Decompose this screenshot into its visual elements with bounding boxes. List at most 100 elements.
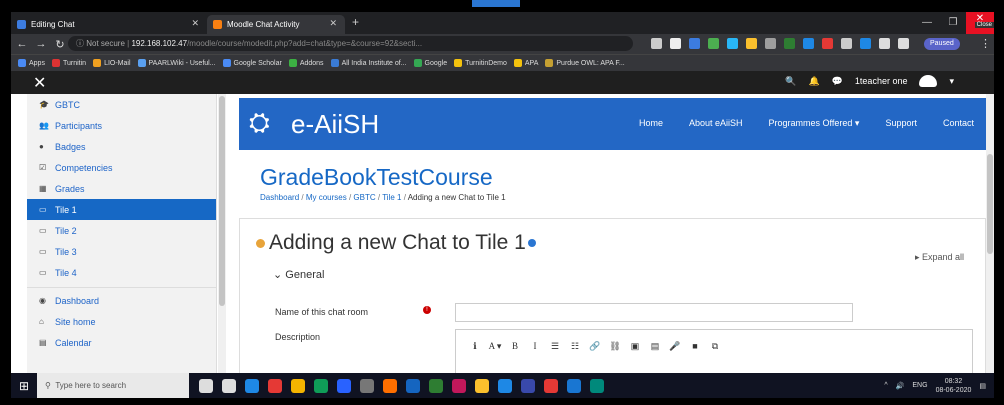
expand-all-link[interactable]: ▸ Expand all: [915, 252, 964, 263]
sidebar-item-tile-4[interactable]: ▭ Tile 4: [27, 262, 216, 283]
tray-chevron-icon[interactable]: ^: [884, 382, 887, 389]
notification-center-icon[interactable]: ▤: [979, 382, 986, 390]
taskbar-app-icon[interactable]: [452, 378, 466, 393]
media-icon[interactable]: ▤: [645, 341, 665, 352]
taskbar-search-input[interactable]: ⚲ Type here to search: [37, 373, 189, 398]
taskbar-app-icon[interactable]: [383, 378, 397, 393]
extension-icon[interactable]: [860, 38, 871, 49]
nav-support[interactable]: Support: [885, 118, 917, 129]
taskbar-app-icon[interactable]: [314, 378, 328, 393]
url-input[interactable]: ⓘ Not secure | 192.168.102.47 /moodle/co…: [68, 36, 633, 51]
unordered-list-icon[interactable]: ☰: [545, 341, 565, 352]
unlink-icon[interactable]: ⛓: [605, 341, 625, 352]
taskbar-app-icon[interactable]: [199, 378, 213, 393]
tab-editing-chat[interactable]: Editing Chat ✕: [11, 15, 207, 34]
extension-icon[interactable]: [879, 38, 890, 49]
general-section-toggle[interactable]: ⌄ General: [273, 268, 324, 281]
bookmark-item[interactable]: Apps: [18, 59, 45, 67]
windows-start-icon[interactable]: ⊞: [11, 379, 37, 393]
taskbar-app-icon[interactable]: [291, 378, 305, 393]
extension-icon[interactable]: [708, 38, 719, 49]
breadcrumb-dashboard[interactable]: Dashboard: [260, 193, 299, 202]
scrollbar-thumb[interactable]: [987, 154, 993, 254]
extension-icon[interactable]: [784, 38, 795, 49]
new-tab-button[interactable]: +: [352, 15, 359, 29]
taskbar-app-icon[interactable]: [337, 378, 351, 393]
taskbar-app-icon[interactable]: [429, 378, 443, 393]
tab-moodle-chat-activity[interactable]: Moodle Chat Activity ✕: [207, 15, 345, 34]
bookmark-item[interactable]: TurnitinDemo: [454, 59, 507, 67]
clock[interactable]: 08:32 08-06-2020: [936, 377, 972, 395]
breadcrumb-course[interactable]: GBTC: [353, 193, 375, 202]
sidebar-item-competencies[interactable]: ☑ Competencies: [27, 157, 216, 178]
nav-programmes[interactable]: Programmes Offered ▾: [769, 118, 860, 129]
taskbar-app-icon[interactable]: [475, 378, 489, 393]
sidebar-item-participants[interactable]: 👥 Participants: [27, 115, 216, 136]
bookmark-item[interactable]: Google: [413, 59, 447, 67]
taskbar-app-icon[interactable]: [521, 378, 535, 393]
close-tab-icon[interactable]: ✕: [329, 18, 337, 29]
ordered-list-icon[interactable]: ☷: [565, 341, 585, 352]
messages-icon[interactable]: 💬: [832, 76, 843, 87]
avatar[interactable]: [919, 75, 938, 87]
nav-home[interactable]: Home: [639, 118, 663, 129]
sidebar-item-calendar[interactable]: ▤ Calendar: [27, 332, 216, 353]
taskbar-app-icon[interactable]: [498, 378, 512, 393]
bookmark-item[interactable]: APA: [513, 59, 538, 67]
star-icon[interactable]: [651, 38, 662, 49]
bookmark-item[interactable]: Google Scholar: [222, 59, 282, 67]
forward-icon[interactable]: →: [33, 38, 49, 50]
sidebar-item-grades[interactable]: ▦ Grades: [27, 178, 216, 199]
nav-contact[interactable]: Contact: [943, 118, 974, 129]
help-icon[interactable]: [527, 239, 536, 248]
sidebar-item-tile-1[interactable]: ▭ Tile 1: [27, 199, 216, 220]
sidebar-item-tile-3[interactable]: ▭ Tile 3: [27, 241, 216, 262]
extension-icon[interactable]: [822, 38, 833, 49]
maximize-icon[interactable]: ❐: [940, 12, 966, 34]
image-icon[interactable]: ▣: [625, 341, 645, 352]
manage-files-icon[interactable]: ⧉: [705, 341, 725, 352]
taskbar-app-icon[interactable]: [544, 378, 558, 393]
paragraph-icon[interactable]: ℹ: [465, 341, 485, 352]
extension-icon[interactable]: [746, 38, 757, 49]
site-name[interactable]: e-AiiSH: [291, 109, 379, 140]
taskbar-app-icon[interactable]: [590, 378, 604, 393]
bookmark-item[interactable]: Turnitin: [51, 59, 86, 67]
user-menu-chevron-icon[interactable]: ▾: [949, 76, 954, 87]
sidebar-item-gbtc[interactable]: 🎓 GBTC: [27, 94, 216, 115]
extension-icon[interactable]: [803, 38, 814, 49]
scrollbar-thumb[interactable]: [219, 96, 225, 306]
chat-name-input[interactable]: [455, 303, 853, 322]
taskbar-app-icon[interactable]: [268, 378, 282, 393]
record-video-icon[interactable]: ■: [685, 341, 705, 351]
extension-icon[interactable]: [727, 38, 738, 49]
sidebar-scrollbar[interactable]: [218, 94, 226, 373]
description-editor[interactable]: ℹA ▾ B I ☰ ☷ 🔗 ⛓ ▣ ▤ 🎤 ■ ⧉: [455, 329, 973, 375]
profile-paused-badge[interactable]: Paused: [924, 38, 960, 50]
notifications-bell-icon[interactable]: 🔔: [808, 76, 819, 87]
bold-icon[interactable]: B: [505, 341, 525, 351]
back-icon[interactable]: ←: [14, 38, 30, 50]
italic-icon[interactable]: I: [525, 341, 545, 351]
sidebar-item-site-home[interactable]: ⌂ Site home: [27, 311, 216, 332]
reload-icon[interactable]: ↻: [52, 38, 68, 51]
page-scrollbar[interactable]: [986, 94, 994, 373]
bookmark-item[interactable]: PAARLWiki - Useful...: [137, 59, 216, 67]
bookmark-item[interactable]: Purdue OWL: APA F...: [545, 59, 625, 67]
taskbar-app-icon[interactable]: [245, 378, 259, 393]
extension-icon[interactable]: [765, 38, 776, 49]
sidebar-item-tile-2[interactable]: ▭ Tile 2: [27, 220, 216, 241]
volume-icon[interactable]: 🔊: [896, 382, 905, 390]
search-icon[interactable]: 🔍: [785, 76, 796, 87]
bookmark-item[interactable]: Addons: [288, 59, 324, 67]
breadcrumb-section[interactable]: Tile 1: [382, 193, 401, 202]
extension-icon[interactable]: [841, 38, 852, 49]
more-menu-icon[interactable]: ⋮: [980, 37, 991, 50]
font-color-icon[interactable]: A ▾: [485, 341, 505, 352]
brand-logo-icon[interactable]: ⛭: [249, 107, 270, 139]
nav-about[interactable]: About eAiiSH: [689, 118, 743, 129]
extension-icon[interactable]: [670, 38, 681, 49]
record-audio-icon[interactable]: 🎤: [665, 341, 685, 352]
link-icon[interactable]: 🔗: [585, 341, 605, 352]
bookmark-item[interactable]: LIO-Mail: [93, 59, 131, 67]
